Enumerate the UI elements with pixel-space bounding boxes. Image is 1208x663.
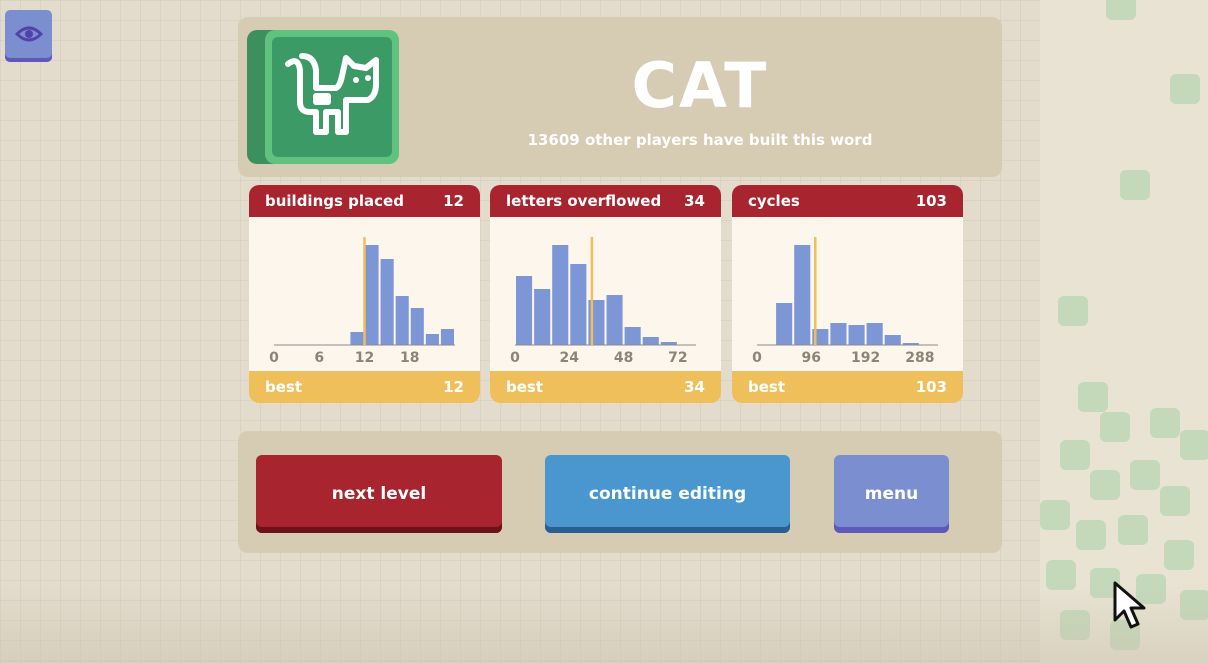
best-value: 34	[684, 378, 705, 396]
next-level-button[interactable]: next level	[256, 455, 502, 533]
best-label: best	[748, 378, 786, 396]
histogram-bar	[350, 332, 364, 345]
stat-card-letters: letters overflowed 34 0 24 48 72 best 34	[490, 185, 721, 403]
background-tile	[1100, 412, 1130, 442]
histogram-bar	[516, 276, 533, 345]
best-value: 12	[443, 378, 464, 396]
histogram-bar	[570, 264, 587, 345]
stat-label: letters overflowed	[506, 192, 662, 210]
background-tile	[1060, 440, 1090, 470]
stat-header: buildings placed 12	[249, 185, 480, 217]
histogram-bar	[848, 325, 865, 345]
histogram-bar	[776, 303, 793, 345]
background-tile	[1130, 460, 1160, 490]
x-tick-label: 48	[614, 350, 633, 366]
stat-best: best 12	[249, 371, 480, 403]
background-tile	[1118, 515, 1148, 545]
stat-best: best 103	[732, 371, 963, 403]
x-tick-label: 18	[400, 350, 419, 366]
background-tile	[1150, 408, 1180, 438]
x-tick-label: 192	[851, 350, 880, 366]
background-skyline	[0, 583, 1208, 663]
background-tile	[1160, 486, 1190, 516]
background-tile	[1040, 500, 1070, 530]
stat-header: letters overflowed 34	[490, 185, 721, 217]
background-tile	[1164, 540, 1194, 570]
histogram-bar	[606, 295, 623, 345]
background-tile	[1106, 0, 1136, 20]
histogram-bar	[380, 259, 394, 345]
background-tile	[1090, 470, 1120, 500]
histogram-bar	[365, 245, 379, 345]
background-tile	[1120, 170, 1150, 200]
background-tile	[1078, 382, 1108, 412]
cat-glyph-icon	[280, 50, 384, 144]
histogram-bar	[410, 308, 424, 345]
word-header-panel: CAT 13609 other players have built this …	[238, 17, 1002, 177]
stat-header: cycles 103	[732, 185, 963, 217]
mouse-cursor-icon	[1112, 580, 1148, 634]
histogram-bar	[794, 245, 811, 345]
x-tick-label: 0	[752, 350, 762, 366]
x-tick-label: 24	[560, 350, 580, 366]
background-tile	[1058, 296, 1088, 326]
stat-value: 12	[443, 192, 464, 210]
players-count-text: 13609 other players have built this word	[527, 131, 873, 149]
histogram-bar	[884, 335, 901, 345]
x-tick-label: 6	[314, 350, 324, 366]
eye-icon	[14, 24, 43, 48]
histogram-bar	[395, 296, 409, 345]
histogram-bar	[552, 245, 569, 345]
stat-card-cycles: cycles 103 0 96 192 288 best 103	[732, 185, 963, 403]
histogram-bar	[534, 289, 551, 345]
background-tile-area	[1040, 0, 1208, 663]
x-tick-label: 96	[802, 350, 821, 366]
menu-button[interactable]: menu	[834, 455, 949, 533]
histogram-bar	[830, 323, 847, 345]
histogram-bar	[425, 334, 439, 345]
histogram-bar	[624, 327, 641, 345]
best-label: best	[265, 378, 303, 396]
x-tick-label: 72	[668, 350, 687, 366]
stat-best: best 34	[490, 371, 721, 403]
best-label: best	[506, 378, 544, 396]
best-value: 103	[915, 378, 947, 396]
background-tile	[1170, 74, 1200, 104]
continue-editing-button[interactable]: continue editing	[545, 455, 790, 533]
x-tick-label: 288	[905, 350, 934, 366]
x-tick-label: 0	[510, 350, 520, 366]
histogram-letters: 0 24 48 72	[490, 217, 721, 371]
word-title: CAT	[631, 49, 769, 122]
logo-inner	[272, 37, 392, 157]
stat-value: 34	[684, 192, 705, 210]
x-tick-label: 12	[355, 350, 374, 366]
histogram-cycles: 0 96 192 288	[732, 217, 963, 371]
stat-label: buildings placed	[265, 192, 404, 210]
action-panel: next level continue editing menu	[238, 431, 1002, 553]
stat-card-buildings: buildings placed 12 0 6 12 18 best 12	[249, 185, 480, 403]
stat-value: 103	[915, 192, 947, 210]
eye-toggle-button[interactable]	[5, 10, 52, 62]
histogram-bar	[866, 323, 883, 345]
word-logo	[265, 30, 399, 164]
background-tile	[1180, 430, 1208, 460]
histogram-bar	[642, 337, 659, 345]
background-tile	[1076, 520, 1106, 550]
stat-label: cycles	[748, 192, 800, 210]
histogram-bar	[440, 329, 454, 345]
x-tick-label: 0	[269, 350, 279, 366]
histogram-buildings: 0 6 12 18	[249, 217, 480, 371]
